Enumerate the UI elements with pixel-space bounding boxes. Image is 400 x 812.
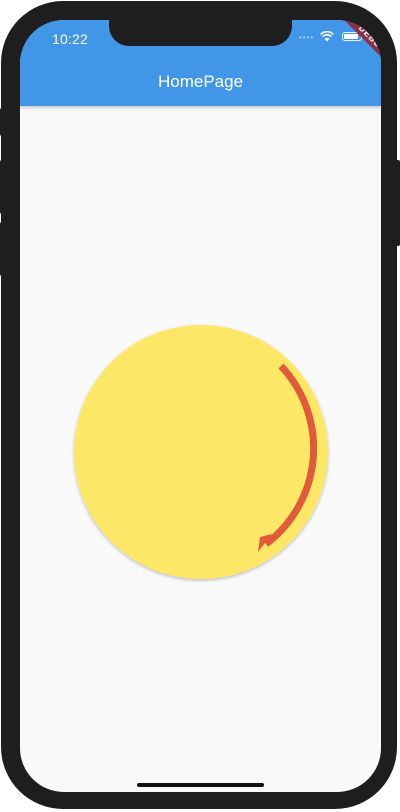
wifi-icon [320, 31, 334, 42]
rotating-circle-canvas[interactable] [70, 321, 332, 583]
yellow-circle [74, 325, 328, 579]
cellular-signal-icon: •••• [299, 33, 315, 42]
notch [109, 20, 292, 46]
home-indicator[interactable] [137, 783, 264, 787]
status-time: 10:22 [52, 31, 89, 47]
page-title: HomePage [157, 72, 244, 91]
screen: 10:22 •••• HomePage DEBUG [20, 20, 381, 792]
phone-device: 10:22 •••• HomePage DEBUG [0, 0, 400, 812]
